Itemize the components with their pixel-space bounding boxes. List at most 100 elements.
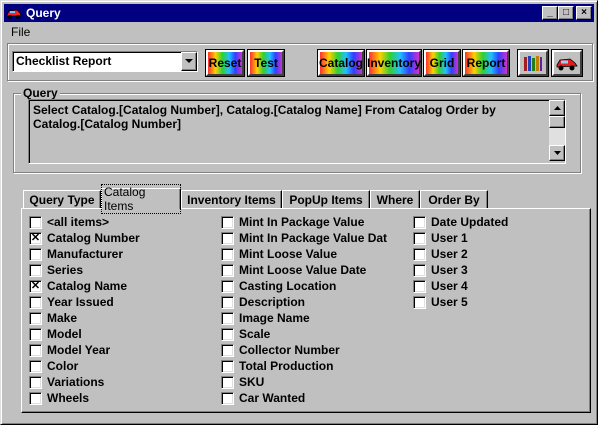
checkbox[interactable] (221, 263, 234, 277)
menu-file[interactable]: File (4, 25, 37, 39)
tab-where[interactable]: Where (370, 190, 420, 209)
catalog-item-row[interactable]: <all items> (29, 214, 140, 230)
tab-popup-items[interactable]: PopUp Items (282, 190, 370, 209)
inventory-button[interactable]: Inventory (366, 49, 422, 77)
checkbox[interactable] (221, 391, 234, 405)
tab-order-by[interactable]: Order By (420, 190, 488, 209)
checkbox[interactable]: ✕ (29, 231, 42, 245)
reset-button[interactable]: Reset (205, 49, 245, 77)
catalog-item-row[interactable]: Scale (221, 326, 387, 342)
close-button[interactable]: × (576, 6, 592, 20)
catalog-item-row[interactable]: Mint Loose Value (221, 246, 387, 262)
checkbox[interactable] (221, 247, 234, 261)
catalog-item-row[interactable]: SKU (221, 374, 387, 390)
checkbox-label: Description (239, 295, 306, 309)
catalog-item-row[interactable]: User 2 (413, 246, 508, 262)
checkbox-label: Total Production (239, 359, 334, 373)
catalog-item-row[interactable]: Date Updated (413, 214, 508, 230)
checkbox[interactable] (221, 343, 234, 357)
checkbox[interactable] (221, 295, 234, 309)
title-bar[interactable]: Query _ □ × (4, 4, 594, 22)
catalog-item-row[interactable]: ✕ Catalog Number (29, 230, 140, 246)
checkbox[interactable] (29, 343, 42, 357)
chevron-up-icon (553, 106, 561, 110)
query-scrollbar[interactable] (549, 100, 565, 161)
window-title: Query (26, 6, 61, 20)
checkbox[interactable] (413, 279, 426, 293)
checkbox[interactable] (221, 215, 234, 229)
checkbox-label: Collector Number (239, 343, 340, 357)
checkbox[interactable]: ✕ (29, 279, 42, 293)
catalog-item-row[interactable]: User 4 (413, 278, 508, 294)
catalog-item-row[interactable]: ✕ Catalog Name (29, 278, 140, 294)
checkbox-label: User 1 (431, 231, 468, 245)
tab-catalog-items[interactable]: Catalog Items (101, 184, 181, 214)
checkbox[interactable] (29, 375, 42, 389)
checkbox[interactable] (221, 375, 234, 389)
catalog-item-row[interactable]: Mint In Package Value (221, 214, 387, 230)
test-button[interactable]: Test (247, 49, 285, 77)
tab-query-type[interactable]: Query Type (23, 190, 101, 209)
chevron-down-icon (553, 151, 561, 155)
checkbox[interactable] (29, 311, 42, 325)
tab-inventory-items[interactable]: Inventory Items (181, 190, 282, 209)
checkbox-label: User 4 (431, 279, 468, 293)
catalog-item-row[interactable]: Model (29, 326, 140, 342)
checkbox[interactable] (29, 263, 42, 277)
catalog-item-row[interactable]: Manufacturer (29, 246, 140, 262)
query-group-label: Query (21, 86, 60, 100)
catalog-item-row[interactable]: Car Wanted (221, 390, 387, 406)
checkbox-label: Mint In Package Value (239, 215, 365, 229)
checkbox[interactable] (29, 295, 42, 309)
catalog-item-row[interactable]: Variations (29, 374, 140, 390)
checkbox[interactable] (413, 231, 426, 245)
minimize-button[interactable]: _ (542, 6, 558, 20)
checkbox[interactable] (29, 247, 42, 261)
scroll-thumb[interactable] (549, 116, 565, 128)
catalog-item-row[interactable]: Wheels (29, 390, 140, 406)
checkbox[interactable] (29, 391, 42, 405)
checkbox[interactable] (221, 359, 234, 373)
catalog-item-row[interactable]: Casting Location (221, 278, 387, 294)
checkbox[interactable] (221, 311, 234, 325)
report-button[interactable]: Report (462, 49, 510, 77)
tab-label: Order By (428, 193, 480, 207)
scroll-down-button[interactable] (549, 145, 565, 161)
catalog-item-row[interactable]: User 5 (413, 294, 508, 310)
catalog-item-row[interactable]: Year Issued (29, 294, 140, 310)
checkbox-label: User 3 (431, 263, 468, 277)
checkbox[interactable] (413, 247, 426, 261)
catalog-item-row[interactable]: Image Name (221, 310, 387, 326)
maximize-button[interactable]: □ (558, 6, 574, 20)
books-button[interactable] (517, 49, 549, 77)
dropdown-button[interactable] (181, 52, 197, 71)
checkbox[interactable] (413, 215, 426, 229)
catalog-button-label: Catalog (319, 56, 364, 70)
catalog-item-row[interactable]: Series (29, 262, 140, 278)
report-select[interactable]: Checklist Report (12, 51, 198, 72)
catalog-item-row[interactable]: Total Production (221, 358, 387, 374)
checkbox-label: SKU (239, 375, 265, 389)
catalog-item-row[interactable]: Make (29, 310, 140, 326)
catalog-item-row[interactable]: Model Year (29, 342, 140, 358)
checkbox[interactable] (29, 359, 42, 373)
scroll-up-button[interactable] (549, 100, 565, 116)
checkbox[interactable] (413, 263, 426, 277)
query-textarea[interactable]: Select Catalog.[Catalog Number], Catalog… (28, 99, 566, 164)
checkbox[interactable] (413, 295, 426, 309)
grid-button[interactable]: Grid (423, 49, 461, 77)
catalog-item-row[interactable]: Description (221, 294, 387, 310)
car-button[interactable] (551, 49, 583, 77)
catalog-item-row[interactable]: Color (29, 358, 140, 374)
catalog-item-row[interactable]: Mint In Package Value Dat (221, 230, 387, 246)
checkbox[interactable] (29, 215, 42, 229)
catalog-item-row[interactable]: Mint Loose Value Date (221, 262, 387, 278)
checkbox[interactable] (221, 327, 234, 341)
catalog-button[interactable]: Catalog (317, 49, 365, 77)
checkbox[interactable] (221, 279, 234, 293)
checkbox[interactable] (221, 231, 234, 245)
checkbox[interactable] (29, 327, 42, 341)
catalog-item-row[interactable]: Collector Number (221, 342, 387, 358)
catalog-item-row[interactable]: User 3 (413, 262, 508, 278)
catalog-item-row[interactable]: User 1 (413, 230, 508, 246)
